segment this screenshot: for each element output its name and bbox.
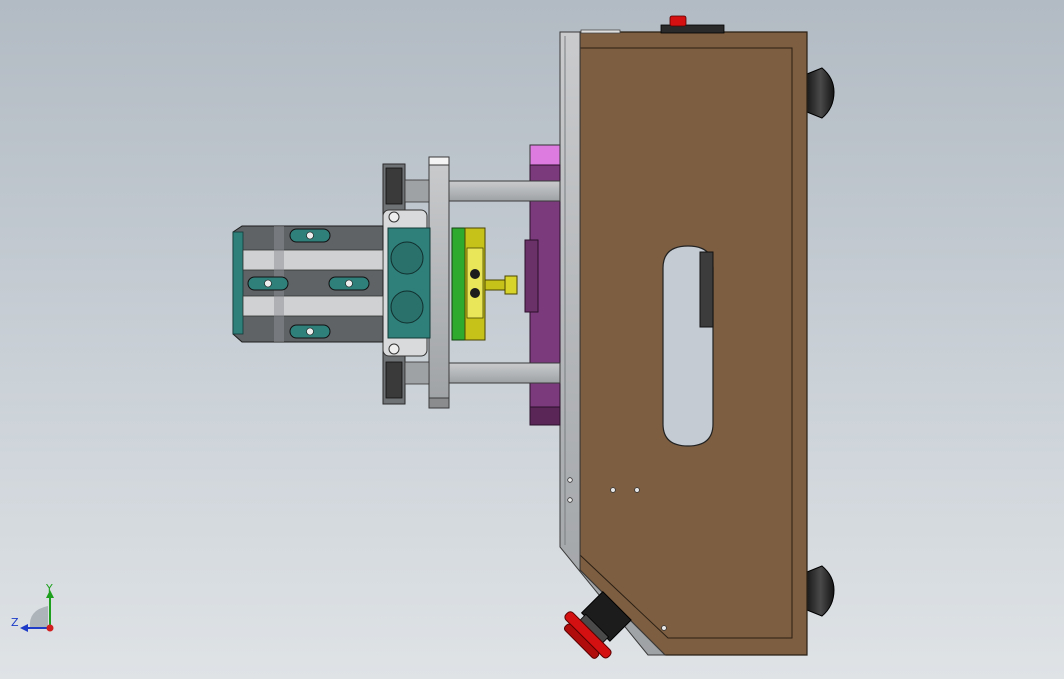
z-axis-label: Z: [11, 616, 19, 629]
gripper: [232, 225, 384, 343]
plate-hole: [567, 497, 573, 503]
cad-viewport[interactable]: Y Z: [0, 0, 1064, 679]
enclosure-box: [579, 15, 835, 656]
bracket-screw: [470, 288, 480, 298]
power-switch-base: [660, 24, 725, 34]
power-switch: [669, 15, 687, 27]
mount-screw: [388, 211, 400, 223]
guide-rod-top: [447, 180, 561, 202]
guide-rod-bottom: [447, 362, 561, 384]
rubber-foot-bottom: [806, 565, 835, 617]
y-axis-label: Y: [45, 582, 53, 595]
jaw-slot: [328, 276, 370, 291]
screw-hole: [634, 487, 640, 493]
slide-unit: [382, 209, 431, 357]
jaw-slot: [289, 228, 331, 243]
jaw-slot: [289, 324, 331, 339]
screw-hole: [610, 487, 616, 493]
rubber-foot-top: [806, 67, 835, 119]
coordinate-triad: Y Z: [11, 582, 54, 632]
x-axis-dot: [46, 624, 54, 632]
bracket: [451, 227, 518, 341]
top-hinge: [580, 29, 621, 34]
jaw-slot: [247, 276, 289, 291]
pin: [484, 279, 508, 291]
plate-hole: [567, 477, 573, 483]
carriage-plate: [428, 156, 450, 409]
mount-screw: [388, 343, 400, 355]
bracket-screw: [470, 269, 480, 279]
screw-hole: [661, 625, 667, 631]
slot-bar: [699, 251, 714, 328]
